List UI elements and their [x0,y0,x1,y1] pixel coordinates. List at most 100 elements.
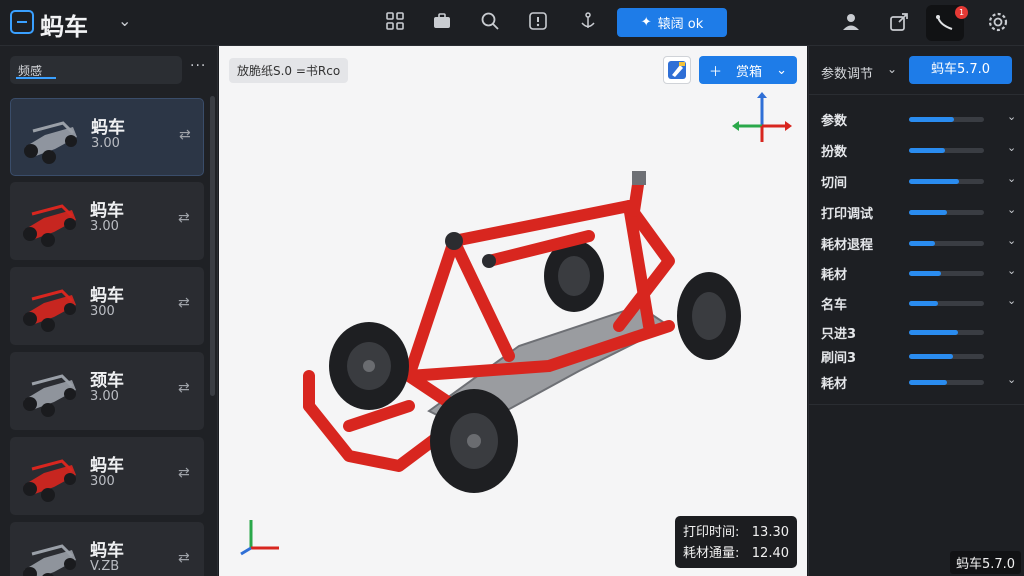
open-icon[interactable]: ⇄ [178,550,190,566]
briefcase-icon[interactable] [430,11,454,35]
model-thumbnail [23,204,76,247]
chevron-down-icon[interactable]: ⌄ [1007,110,1016,123]
model-card[interactable]: 蚂车 3.00 ⇄ [10,98,204,176]
open-icon[interactable]: ⇄ [179,127,191,143]
anchor-icon[interactable] [576,11,600,35]
param-slider[interactable] [909,117,984,122]
param-slider[interactable] [909,330,984,335]
model-card[interactable]: 蚂车 300 ⇄ [10,267,204,345]
model-label: 放脆纸S.0 =书Rco [229,58,349,83]
param-slider-fill [909,301,938,306]
param-row[interactable]: 参数 ⌄ [821,108,1017,130]
add-button[interactable]: ＋ 赏箱 ⌄ [699,56,797,84]
param-row[interactable]: 切间 ⌄ [821,170,1017,192]
param-slider[interactable] [909,380,984,385]
panel-header: 参数调节 [821,67,874,82]
param-slider[interactable] [909,301,984,306]
paint-tool-button[interactable] [663,56,691,84]
param-slider[interactable] [909,354,984,359]
grid-icon[interactable] [383,11,407,35]
axis-gizmo[interactable] [727,90,797,146]
user-icon[interactable] [840,11,864,35]
plus-icon: ＋ [709,64,723,80]
chevron-down-icon[interactable]: ⌄ [1007,172,1016,185]
chevron-down-icon[interactable]: ⌄ [1007,141,1016,154]
param-slider-fill [909,148,945,153]
chevron-down-icon[interactable]: ⌄ [118,11,131,30]
param-slider[interactable] [909,210,984,215]
model-version: 300 [90,474,115,489]
primary-action-button[interactable]: ✦ 辕阔 ok [617,8,727,37]
param-slider-fill [909,354,953,359]
model-name: 蚂车 [90,286,124,306]
kart-model[interactable] [289,166,759,506]
open-icon[interactable]: ⇄ [178,210,190,226]
param-slider[interactable] [909,148,984,153]
model-card[interactable]: 蚂车 300 ⇄ [10,437,204,515]
chevron-down-icon[interactable]: ⌄ [1007,234,1016,247]
param-slider-fill [909,179,959,184]
chevron-down-icon[interactable]: ⌄ [1007,373,1016,386]
notification-badge: 1 [955,6,968,19]
param-slider-fill [909,117,954,122]
profile-button[interactable]: 蚂车5.7.0 [909,56,1012,84]
chevron-down-icon: ⌄ [776,62,787,78]
param-slider-fill [909,271,941,276]
model-card[interactable]: 蚂车 V.ZB ⇄ [10,522,204,576]
open-icon[interactable]: ⇄ [178,380,190,396]
param-row[interactable]: 耗材 ⌄ [821,262,1017,284]
print-time-value: 13.30 [751,525,789,540]
model-version: 3.00 [90,219,119,234]
chevron-down-icon[interactable]: ⌄ [1007,294,1016,307]
param-row[interactable]: 刷间3 [821,345,1017,367]
param-label: 耗材 [821,377,848,392]
parameters-panel: 参数调节 ⌄ 蚂车5.7.0 参数 ⌄ 扮数 ⌄ 切间 ⌄ 打印调试 ⌄ 耗材退程 ⌄ 耗材 ⌄ 名车 ⌄… [808,46,1024,576]
open-icon[interactable]: ⇄ [178,465,190,481]
model-name: 颈车 [90,371,124,391]
search-focus-indicator [16,77,56,79]
sparkle-icon: ✦ [640,15,652,30]
param-row[interactable]: 只进3 [821,321,1017,343]
gear-icon[interactable] [986,11,1010,35]
param-row[interactable]: 扮数 ⌄ [821,139,1017,161]
primary-action-label: 辕阔 ok [657,17,704,32]
top-bar: 蚂车 ⌄ ✦ 辕阔 ok 1 [0,0,1024,46]
param-slider[interactable] [909,179,984,184]
app-title: 蚂车 [40,13,88,41]
param-slider[interactable] [909,271,984,276]
param-row[interactable]: 名车 ⌄ [821,292,1017,314]
wheel [329,322,409,410]
model-sidebar: 频感 ··· 蚂车 3.00 ⇄ 蚂车 3.00 ⇄ 蚂车 300 ⇄ 颈车 3.00 ⇄ 蚂车 300 ⇄… [0,46,218,576]
param-label: 只进3 [821,327,857,342]
search-input[interactable]: 频感 [10,56,182,84]
chevron-down-icon[interactable]: ⌄ [887,62,897,76]
model-card[interactable]: 颈车 3.00 ⇄ [10,352,204,430]
chevron-down-icon[interactable]: ⌄ [1007,203,1016,216]
alert-icon[interactable] [526,11,550,35]
share-icon[interactable] [887,11,911,35]
model-thumbnail [23,374,76,417]
search-icon[interactable] [478,11,502,35]
param-slider[interactable] [909,241,984,246]
version-tag: 蚂车5.7.0 [950,551,1022,574]
param-row[interactable]: 耗材退程 ⌄ [821,232,1017,254]
param-row[interactable]: 打印调试 ⌄ [821,201,1017,223]
model-version: 3.00 [90,389,119,404]
divider [809,404,1024,405]
model-name: 蚂车 [90,456,124,476]
model-name: 蚂车 [90,201,124,221]
mini-axis-gizmo [240,520,279,556]
param-slider-fill [909,210,947,215]
model-card[interactable]: 蚂车 3.00 ⇄ [10,182,204,260]
3d-viewport[interactable]: 放脆纸S.0 =书Rco ＋ 赏箱 ⌄ 打印时间: 13.30 耗材通量: 12… [219,46,807,576]
wheel [677,272,741,360]
param-slider-fill [909,380,947,385]
param-label: 扮数 [821,145,848,160]
param-row[interactable]: 耗材 ⌄ [821,371,1017,393]
sidebar-scrollbar[interactable] [210,96,215,396]
more-icon[interactable]: ··· [190,58,206,74]
print-stats-panel: 打印时间: 13.30 耗材通量: 12.40 [675,516,797,568]
open-icon[interactable]: ⇄ [178,295,190,311]
chevron-down-icon[interactable]: ⌄ [1007,264,1016,277]
add-button-label: 赏箱 [736,64,763,80]
